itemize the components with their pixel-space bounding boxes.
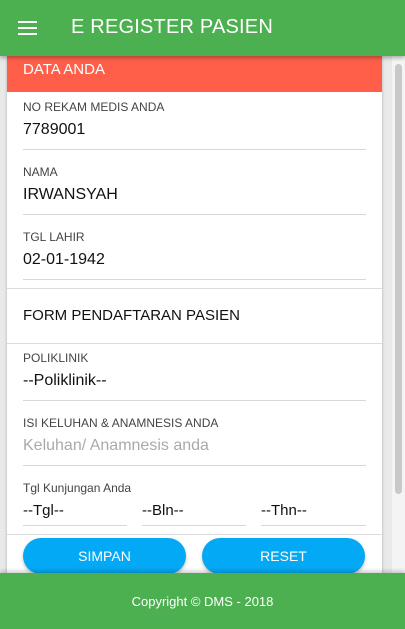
tgl-select[interactable]: --Tgl-- — [23, 502, 64, 519]
tgl-lahir-label: TGL LAHIR — [23, 230, 85, 244]
keluhan-placeholder[interactable]: Keluhan/ Anamnesis anda — [23, 437, 209, 455]
data-anda-header: DATA ANDA — [7, 56, 382, 92]
footer: Copyright © DMS - 2018 — [0, 573, 405, 629]
poliklinik-select[interactable]: POLIKLINIK --Poliklinik-- — [23, 351, 366, 401]
thn-select[interactable]: --Thn-- — [261, 502, 307, 519]
no-rekam-medis-value: 7789001 — [23, 121, 86, 138]
hamburger-menu-icon[interactable] — [18, 21, 37, 35]
keluhan-label: ISI KELUHAN & ANAMNESIS ANDA — [23, 416, 219, 430]
nama-label: NAMA — [23, 165, 58, 179]
copyright-text: Copyright © DMS - 2018 — [131, 593, 274, 609]
tgl-kunjungan-label: Tgl Kunjungan Anda — [23, 481, 132, 495]
app-bar: E REGISTER PASIEN — [0, 0, 405, 56]
nama-field: NAMA IRWANSYAH — [23, 165, 366, 215]
scrollbar-thumb[interactable] — [395, 64, 402, 494]
reset-button[interactable]: RESET — [202, 538, 365, 573]
form-card: DATA ANDA NO REKAM MEDIS ANDA 7789001 NA… — [7, 56, 382, 573]
nama-value: IRWANSYAH — [23, 186, 118, 203]
no-rekam-medis-label: NO REKAM MEDIS ANDA — [23, 100, 165, 114]
tgl-kunjungan-group: Tgl Kunjungan Anda --Tgl-- --Bln-- --Thn… — [23, 481, 366, 531]
section-divider — [7, 288, 382, 289]
section-divider — [7, 343, 382, 344]
tgl-underline — [23, 525, 127, 526]
thn-underline — [261, 525, 366, 526]
poliklinik-label: POLIKLINIK — [23, 351, 89, 365]
tgl-lahir-value: 02-01-1942 — [23, 251, 105, 268]
buttons-divider — [7, 534, 382, 535]
simpan-button[interactable]: SIMPAN — [23, 538, 186, 573]
poliklinik-value[interactable]: --Poliklinik-- — [23, 372, 107, 390]
data-anda-header-text: DATA ANDA — [23, 61, 105, 78]
form-pendaftaran-title: FORM PENDAFTARAN PASIEN — [23, 307, 240, 324]
tgl-lahir-field: TGL LAHIR 02-01-1942 — [23, 230, 366, 280]
bln-underline — [142, 525, 246, 526]
scrollbar-track[interactable] — [392, 56, 405, 573]
keluhan-input[interactable]: ISI KELUHAN & ANAMNESIS ANDA Keluhan/ An… — [23, 416, 366, 466]
bln-select[interactable]: --Bln-- — [142, 502, 184, 519]
app-title: E REGISTER PASIEN — [71, 16, 273, 38]
no-rekam-medis-field: NO REKAM MEDIS ANDA 7789001 — [23, 100, 366, 150]
